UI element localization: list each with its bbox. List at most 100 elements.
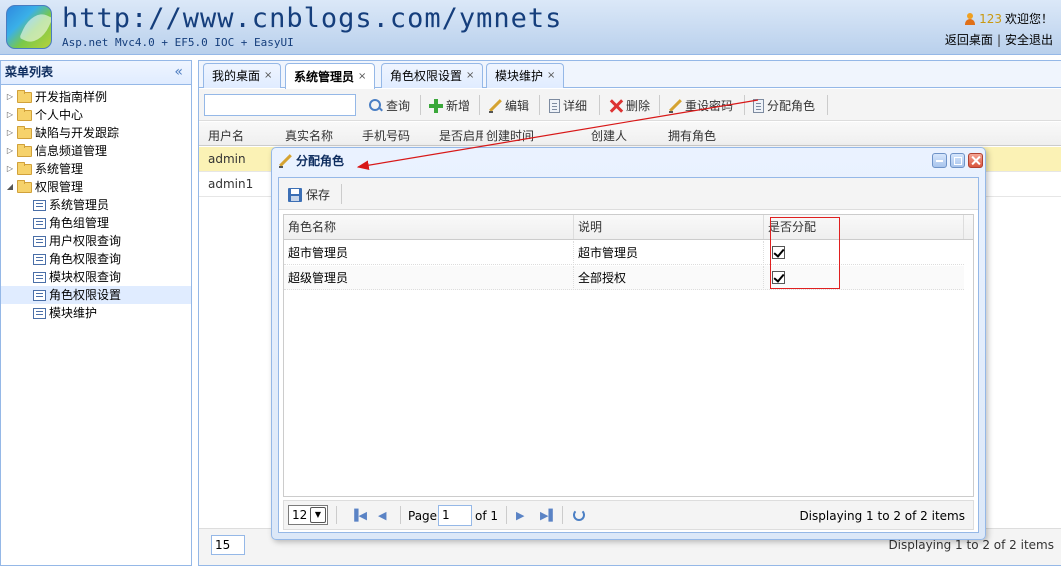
page-size-select[interactable]: 12 ▼ (288, 505, 328, 525)
page-size-select[interactable]: 15 (211, 535, 245, 555)
dialog-pager: 12 ▼ ▐◀ ◀ Page 1 of 1 ▶ ▶▌ Displaying 1 t… (283, 500, 974, 530)
dialog-title-bar[interactable]: 分配角色 (272, 148, 985, 175)
chevron-down-icon[interactable]: ▼ (310, 507, 326, 523)
add-icon (429, 98, 443, 113)
tree-node-permission-management[interactable]: ◢ 权限管理 (1, 178, 191, 196)
logo-icon (6, 5, 52, 49)
menu-panel: 菜单列表 « ▷ 开发指南样例 ▷ 个人中心 ▷ 缺陷与开发跟踪 ▷ 信息频道管理 ▷ 系… (0, 60, 192, 566)
expand-icon[interactable]: ▷ (5, 88, 15, 106)
search-icon (369, 98, 383, 113)
tab-my-desktop[interactable]: 我的桌面 × (203, 63, 282, 88)
tree-node-role-group[interactable]: 角色组管理 (1, 214, 191, 232)
tree-node-info-channel[interactable]: ▷ 信息频道管理 (1, 142, 191, 160)
minimize-button[interactable] (932, 153, 947, 168)
tree-node-label: 系统管理员 (49, 198, 110, 212)
tree-node-defect-tracking[interactable]: ▷ 缺陷与开发跟踪 (1, 124, 191, 142)
toolbar-separator (599, 95, 600, 115)
tree-node-label: 权限管理 (35, 180, 84, 194)
add-button[interactable]: 新增 (429, 97, 470, 114)
tree-node-module-maintenance[interactable]: 模块维护 (1, 304, 191, 322)
cell-username: admin1 (208, 177, 254, 191)
dialog-pager-display: Displaying 1 to 2 of 2 items (799, 509, 965, 523)
assign-role-button[interactable]: 分配角色 (753, 97, 815, 114)
tab-system-admin[interactable]: 系统管理员 × (285, 63, 376, 89)
tab-close-icon[interactable]: × (547, 64, 555, 88)
toolbar-separator (539, 95, 540, 115)
tree-node-system-management[interactable]: ▷ 系统管理 (1, 160, 191, 178)
tree-node-label: 信息频道管理 (35, 144, 108, 158)
col-roles[interactable]: 拥有角色 (668, 127, 716, 144)
tree-node-label: 缺陷与开发跟踪 (35, 126, 120, 140)
next-page-icon[interactable]: ▶ (516, 509, 524, 522)
page-icon (33, 199, 46, 211)
expand-icon[interactable]: ▷ (5, 160, 15, 178)
dialog-toolbar: 保存 (279, 178, 978, 210)
tree-node-sys-admin[interactable]: 系统管理员 (1, 196, 191, 214)
prev-page-icon[interactable]: ◀ (378, 509, 386, 522)
tree-node-dev-guide[interactable]: ▷ 开发指南样例 (1, 88, 191, 106)
page-icon (33, 271, 46, 283)
edit-button-label: 编辑 (505, 99, 530, 113)
search-input[interactable] (204, 94, 356, 116)
edit-button[interactable]: 编辑 (488, 97, 529, 114)
tree-node-user-permission-query[interactable]: 用户权限查询 (1, 232, 191, 250)
col-real-name[interactable]: 真实名称 (285, 127, 333, 144)
tab-label: 模块维护 (495, 69, 544, 83)
refresh-icon[interactable] (573, 509, 585, 521)
search-button[interactable]: 查询 (369, 97, 410, 114)
col-description[interactable]: 说明 (574, 215, 764, 239)
expand-icon[interactable]: ▷ (5, 142, 15, 160)
reset-password-button[interactable]: 重设密码 (668, 97, 733, 114)
col-enabled[interactable]: 是否启用 (439, 127, 483, 144)
back-to-desktop-link[interactable]: 返回桌面 (945, 33, 993, 47)
tree-node-role-permission-query[interactable]: 角色权限查询 (1, 250, 191, 268)
expand-icon[interactable]: ▷ (5, 106, 15, 124)
link-separator: | (996, 33, 1001, 47)
highlight-box (770, 217, 840, 289)
tab-module-maintenance[interactable]: 模块维护 × (486, 63, 565, 88)
first-page-icon[interactable]: ▐◀ (350, 509, 367, 522)
last-page-icon[interactable]: ▶▌ (540, 509, 557, 522)
assign-role-dialog: 分配角色 保存 角色名称 说明 是否分配 超市管理员 超市管理员 超级管理员 全… (271, 147, 986, 540)
delete-button[interactable]: 删除 (609, 97, 650, 114)
collapse-icon[interactable]: « (174, 61, 183, 84)
page-number-input[interactable]: 1 (438, 505, 472, 526)
logout-link[interactable]: 安全退出 (1005, 33, 1053, 47)
save-button[interactable]: 保存 (288, 186, 330, 203)
welcome-text: 欢迎您！ (1004, 12, 1053, 26)
folder-icon (17, 161, 32, 175)
col-username[interactable]: 用户名 (208, 127, 244, 144)
detail-button-label: 详细 (563, 99, 588, 113)
user-bar: 123 欢迎您！ 返回桌面 | 安全退出 (945, 10, 1053, 48)
toolbar-separator (659, 95, 660, 115)
collapse-tree-icon[interactable]: ◢ (5, 178, 15, 196)
page-label: Page (408, 509, 438, 523)
expand-icon[interactable]: ▷ (5, 124, 15, 142)
col-mobile[interactable]: 手机号码 (362, 127, 410, 144)
col-created-time[interactable]: 创建时间 (486, 127, 534, 144)
tab-label: 角色权限设置 (390, 69, 463, 83)
assign-role-label: 分配角色 (767, 99, 816, 113)
col-role-name[interactable]: 角色名称 (284, 215, 574, 239)
tree-node-personal-center[interactable]: ▷ 个人中心 (1, 106, 191, 124)
tab-role-permission-settings[interactable]: 角色权限设置 × (381, 63, 484, 88)
site-url: http://www.cnblogs.com/ymnets (62, 3, 563, 34)
menu-panel-title-text: 菜单列表 (5, 65, 54, 79)
role-grid-header: 角色名称 说明 是否分配 (284, 215, 973, 240)
tree-node-label: 个人中心 (35, 108, 84, 122)
col-creator[interactable]: 创建人 (591, 127, 627, 144)
tree-node-role-permission-settings[interactable]: 角色权限设置 (1, 286, 191, 304)
tab-close-icon[interactable]: × (264, 64, 272, 88)
toolbar-separator (341, 184, 342, 204)
tab-close-icon[interactable]: × (358, 65, 366, 89)
close-button[interactable] (968, 153, 983, 168)
tree-node-label: 系统管理 (35, 162, 84, 176)
tree-node-module-permission-query[interactable]: 模块权限查询 (1, 268, 191, 286)
menu-panel-title: 菜单列表 « (1, 61, 191, 85)
folder-icon (17, 107, 32, 121)
maximize-button[interactable] (950, 153, 965, 168)
table-row[interactable]: 超级管理员 全部授权 (284, 266, 964, 290)
tab-close-icon[interactable]: × (466, 64, 474, 88)
detail-button[interactable]: 详细 (549, 97, 587, 114)
table-row[interactable]: 超市管理员 超市管理员 (284, 241, 964, 265)
